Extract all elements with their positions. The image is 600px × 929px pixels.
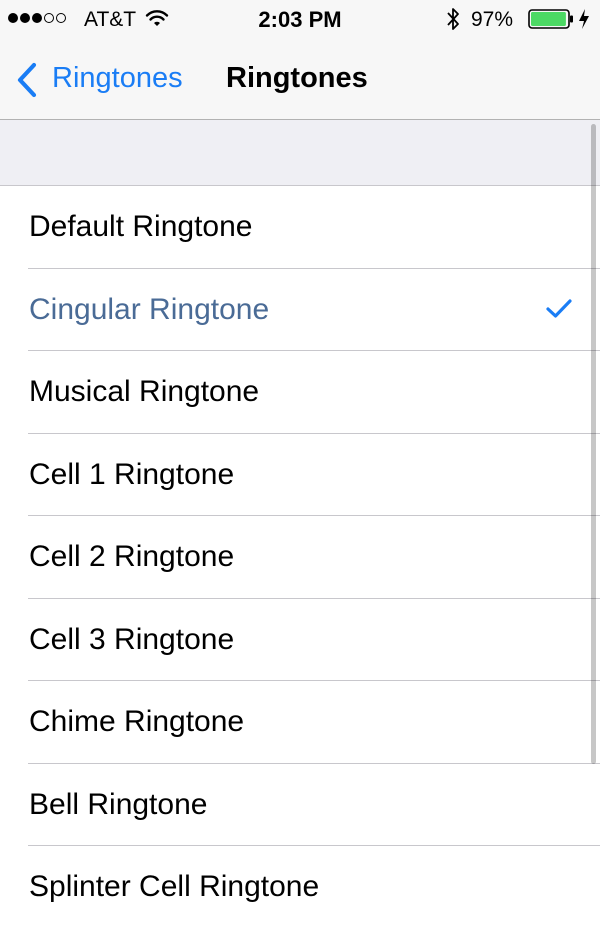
ringtone-label: Cell 1 Ringtone — [29, 457, 235, 491]
ringtone-label: Cell 3 Ringtone — [29, 622, 235, 656]
ringtone-row-cell-1[interactable]: Cell 1 Ringtone — [0, 434, 600, 517]
ringtone-list: Default Ringtone Cingular Ringtone Music… — [0, 186, 600, 929]
bluetooth-icon — [447, 8, 459, 30]
page-title: Ringtones — [226, 62, 368, 94]
ringtone-label: Bell Ringtone — [29, 787, 208, 821]
checkmark-icon — [546, 298, 572, 318]
ringtone-row-cingular[interactable]: Cingular Ringtone — [0, 269, 600, 352]
battery-icon — [528, 9, 573, 29]
ringtone-row-default[interactable]: Default Ringtone — [0, 186, 600, 269]
ringtone-label: Chime Ringtone — [29, 705, 245, 738]
back-button[interactable]: Ringtones — [0, 40, 205, 118]
ringtone-row-cell-2[interactable]: Cell 2 Ringtone — [0, 516, 600, 599]
ringtone-label: Default Ringtone — [29, 210, 253, 243]
battery-fill — [531, 12, 566, 26]
ringtone-label: Musical Ringtone — [29, 375, 260, 408]
battery-percentage: 97% — [471, 8, 514, 31]
ringtone-row-musical[interactable]: Musical Ringtone — [0, 351, 600, 434]
charging-icon — [579, 9, 589, 29]
ringtone-row-splinter-cell[interactable]: Splinter Cell Ringtone — [0, 846, 600, 929]
scroll-indicator — [591, 124, 596, 764]
ringtone-row-cell-3[interactable]: Cell 3 Ringtone — [0, 599, 600, 682]
ringtone-row-bell[interactable]: Bell Ringtone — [0, 764, 600, 847]
back-button-label: Ringtones — [52, 62, 183, 94]
ringtone-label: Cingular Ringtone — [29, 292, 270, 326]
ringtone-label: Cell 2 Ringtone — [29, 540, 235, 573]
section-header — [0, 120, 600, 186]
status-bar: AT&T 2:03 PM 97% — [0, 0, 600, 40]
ringtone-label: Splinter Cell Ringtone — [29, 870, 320, 903]
chevron-left-icon — [17, 62, 37, 98]
ringtone-row-chime[interactable]: Chime Ringtone — [0, 681, 600, 764]
navigation-bar: Ringtones Ringtones — [0, 40, 600, 120]
